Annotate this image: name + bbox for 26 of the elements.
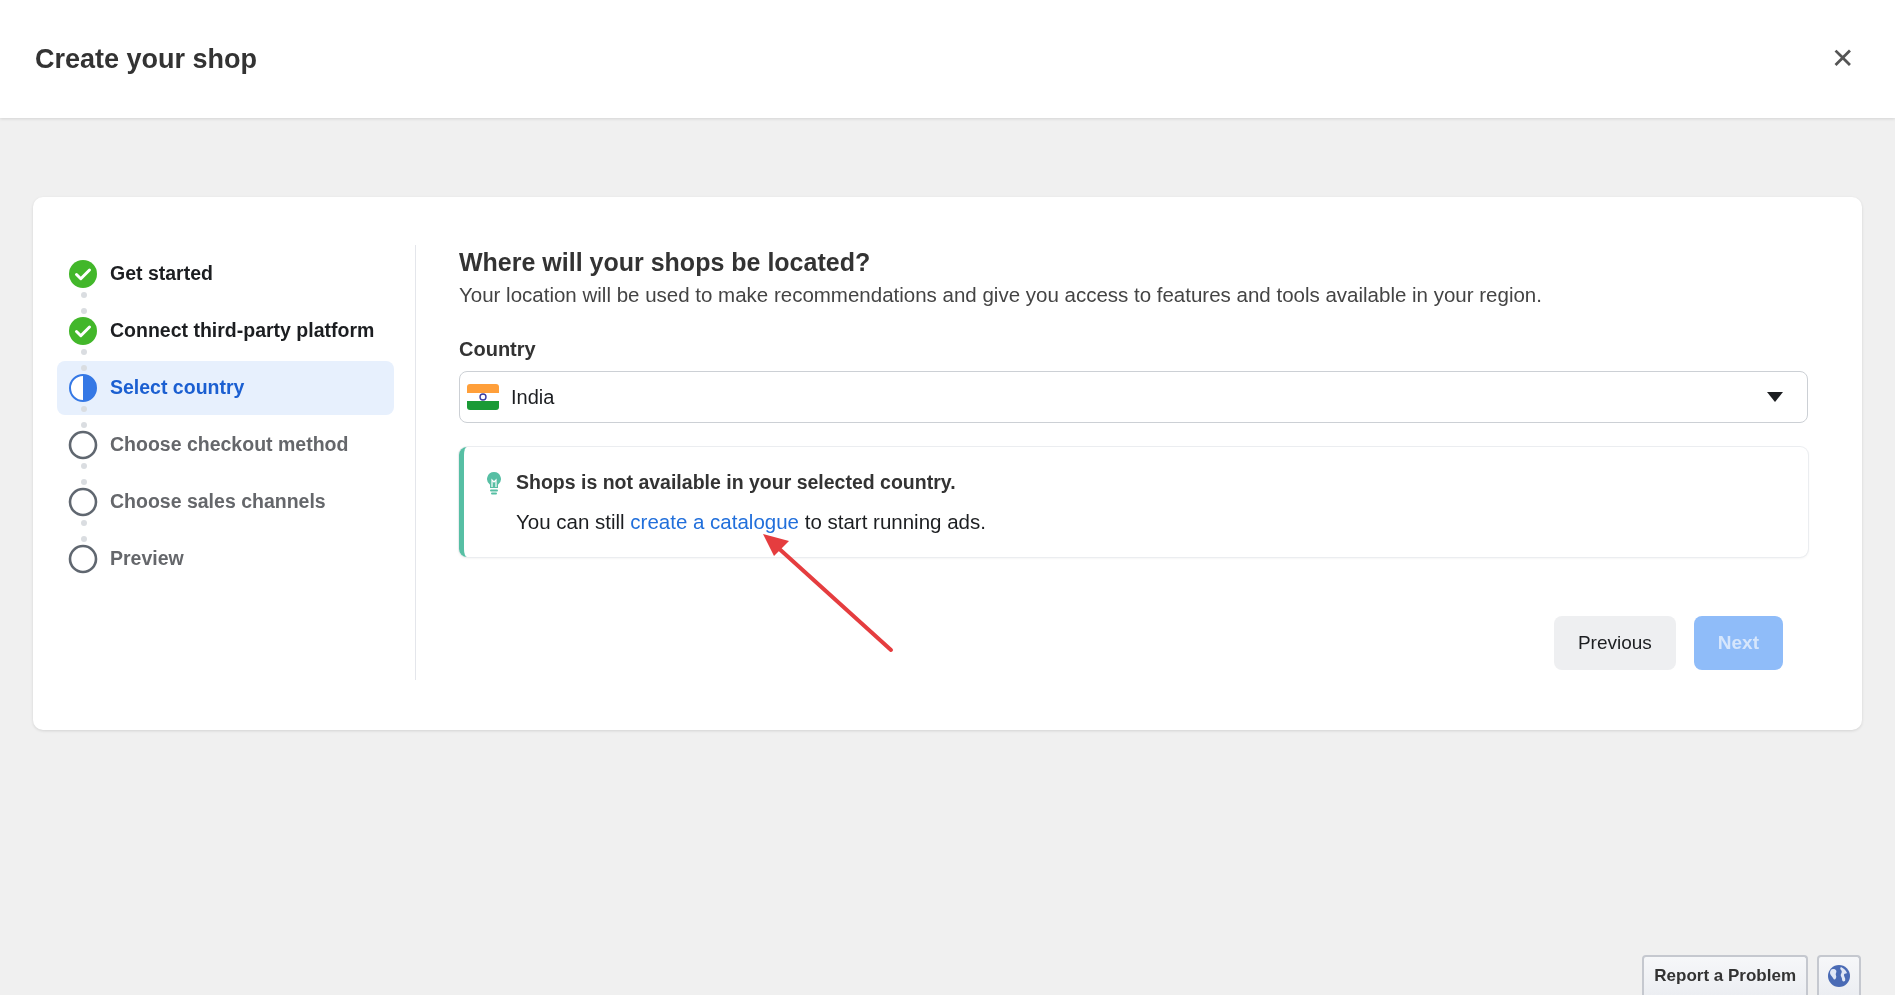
section-description: Your location will be used to make recommendations and give you access to features and tools available in your region. bbox=[459, 283, 1543, 307]
notice-title: Shops is not available in your selected country. bbox=[516, 471, 957, 494]
step-connector bbox=[80, 406, 87, 428]
report-problem-button[interactable]: Report a Problem bbox=[1642, 955, 1808, 995]
language-button[interactable] bbox=[1817, 955, 1861, 995]
close-button[interactable]: ✕ bbox=[1825, 41, 1860, 77]
step-connector bbox=[80, 463, 87, 485]
step-item[interactable]: Select country bbox=[57, 360, 394, 415]
previous-button[interactable]: Previous bbox=[1553, 616, 1676, 670]
dialog-title: Create your shop bbox=[35, 43, 258, 75]
caret-icon bbox=[1767, 392, 1783, 402]
step-connector bbox=[80, 292, 87, 314]
section-heading: Where will your shops be located? bbox=[459, 248, 872, 277]
notice-message: You can still create a catalogue to start running ads. bbox=[516, 510, 986, 534]
flag-icon bbox=[467, 384, 499, 410]
catalogue-link[interactable]: create a catalogue bbox=[630, 510, 800, 533]
step-item[interactable]: Connect third-party platform bbox=[57, 303, 394, 358]
step-item[interactable]: Preview bbox=[57, 531, 394, 586]
country-dropdown[interactable]: India bbox=[459, 371, 1808, 423]
step-item[interactable]: Choose sales channels bbox=[57, 474, 394, 529]
step-item[interactable]: Choose checkout method bbox=[57, 417, 394, 472]
step-item[interactable]: Get started bbox=[57, 246, 394, 301]
globe-icon bbox=[1827, 964, 1851, 988]
step-connector bbox=[80, 520, 87, 542]
field-label: Country bbox=[459, 338, 537, 361]
lightbulb-icon bbox=[486, 471, 502, 495]
